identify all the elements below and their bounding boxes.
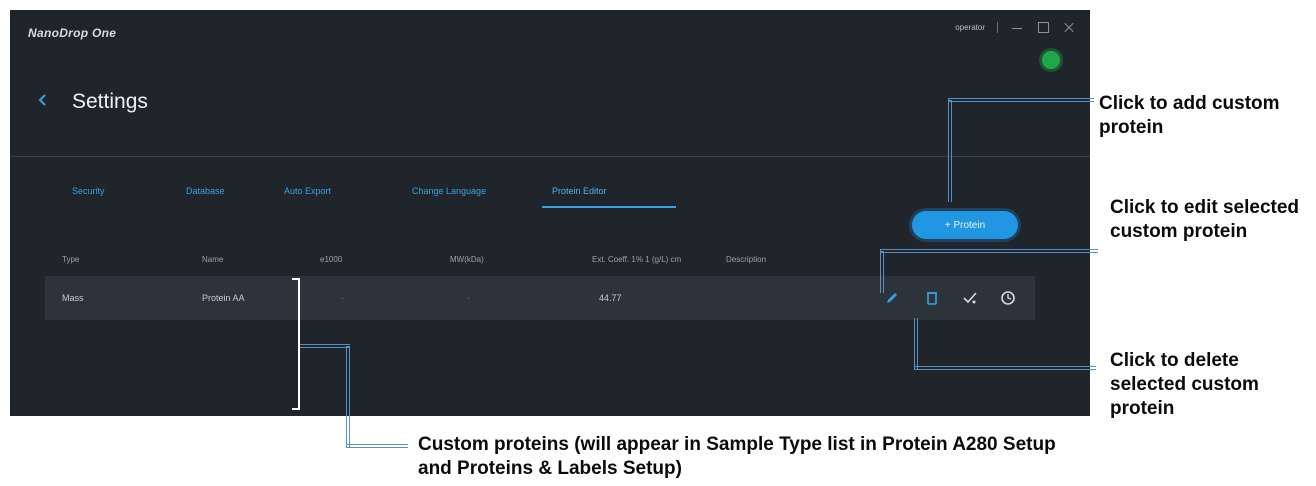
column-header-ext-coeff: Ext. Coeff. 1% 1 (g/L) cm — [592, 255, 682, 264]
tab-change-language[interactable]: Change Language — [412, 186, 486, 206]
callout-custom-proteins: Custom proteins (will appear in Sample T… — [418, 434, 1056, 479]
annotation-line-add-vertical — [948, 100, 952, 202]
column-header-type: Type — [62, 255, 80, 264]
tab-protein-editor[interactable]: Protein Editor — [542, 186, 676, 208]
tab-security[interactable]: Security — [72, 186, 105, 206]
annotation-line-delete-horizontal — [914, 366, 1096, 370]
cell-e1000: - — [341, 293, 344, 303]
maximize-icon[interactable] — [1036, 20, 1050, 34]
delete-trash-icon[interactable] — [923, 289, 941, 307]
annotation-line-edit-vertical — [880, 251, 884, 293]
divider — [10, 156, 1090, 157]
cell-name: Protein AA — [202, 293, 245, 303]
separator — [997, 21, 998, 33]
app-brand: NanoDrop One — [28, 26, 117, 40]
cell-ext-coeff: 44.77 — [599, 293, 622, 303]
page-title: Settings — [72, 90, 148, 113]
minimize-icon[interactable] — [1010, 20, 1024, 34]
column-header-e1000: e1000 — [320, 255, 343, 264]
table-row[interactable]: Mass Protein AA - - 44.77 — [45, 276, 1035, 320]
instrument-status-icon[interactable] — [1042, 51, 1060, 69]
tab-auto-export[interactable]: Auto Export — [284, 186, 331, 206]
annotation-line-custom-horizontal — [346, 444, 408, 448]
callout-delete: Click to delete selected custom protein — [1110, 350, 1259, 419]
history-icon[interactable] — [999, 289, 1017, 307]
annotation-line-delete-vertical — [914, 318, 918, 370]
window-controls: operator — [955, 20, 1076, 34]
annotation-line-edit-horizontal — [880, 249, 1098, 253]
tab-database[interactable]: Database — [186, 186, 225, 206]
annotation-line-custom-vertical — [346, 346, 350, 448]
app-window: NanoDrop One operator Settings Security … — [10, 10, 1090, 416]
close-icon[interactable] — [1062, 20, 1076, 34]
user-name[interactable]: operator — [955, 23, 985, 32]
check-icon[interactable] — [961, 289, 979, 307]
add-protein-button[interactable]: + Protein — [912, 211, 1018, 239]
column-header-description: Description — [726, 255, 767, 264]
column-header-name: Name — [202, 255, 224, 264]
annotation-bracket — [292, 278, 300, 410]
back-arrow-icon[interactable] — [35, 92, 51, 108]
column-header-mw: MW(kDa) — [450, 255, 484, 264]
edit-pencil-icon[interactable] — [883, 289, 901, 307]
callout-add: Click to add custom protein — [1099, 93, 1280, 138]
annotation-line-custom-top — [300, 344, 350, 348]
annotation-line-add-horizontal — [948, 98, 1094, 102]
callout-edit: Click to edit selected custom protein — [1110, 197, 1300, 242]
cell-mw: - — [467, 293, 470, 303]
cell-type: Mass — [62, 293, 84, 303]
